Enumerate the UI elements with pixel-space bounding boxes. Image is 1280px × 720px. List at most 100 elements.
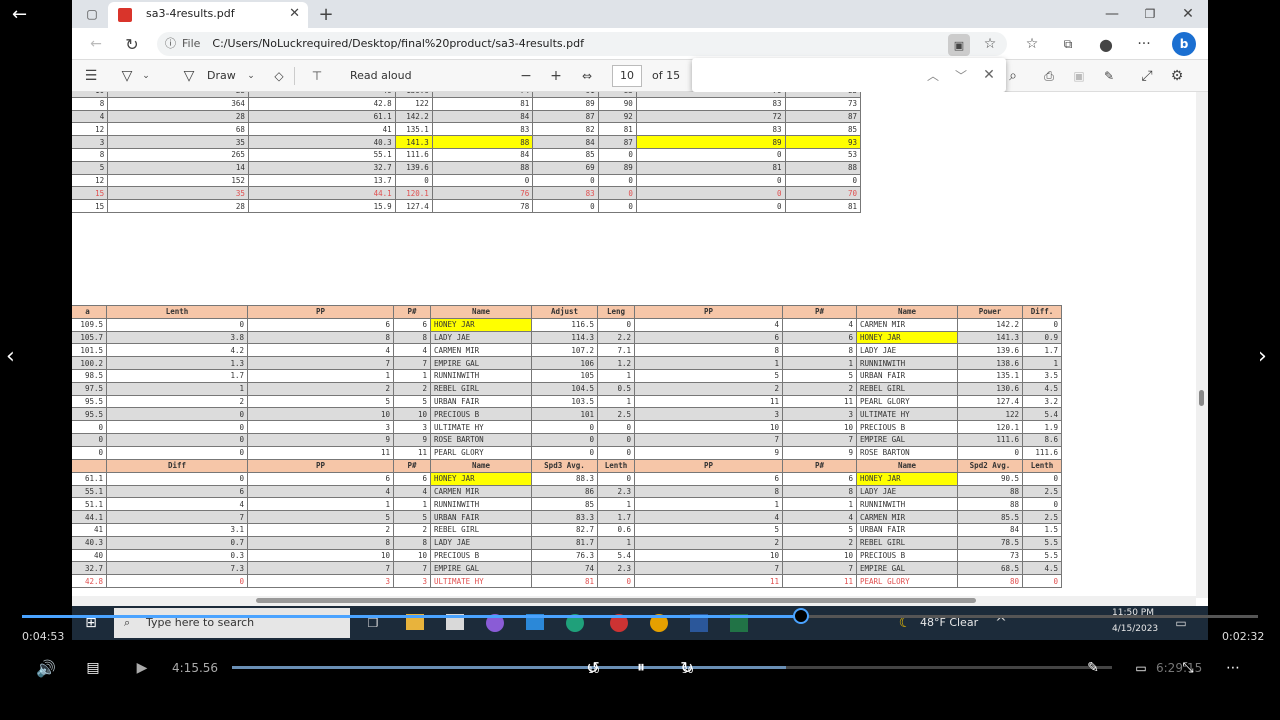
- chevron-down-icon[interactable]: ﹀: [952, 66, 970, 84]
- read-aloud-button[interactable]: Read aloud: [350, 69, 412, 82]
- table-cell: 83: [532, 186, 599, 201]
- table-cell: 120.1: [957, 420, 1023, 434]
- fullscreen-icon[interactable]: ⤢: [1138, 67, 1156, 85]
- pen-icon[interactable]: ✎: [1082, 658, 1104, 678]
- table-row: 97.5 1 2 2 REBEL GIRL 104.5 0.5 2 2 REBEL GIRL 130…: [72, 381, 1062, 396]
- new-tab-icon[interactable]: +: [316, 4, 336, 25]
- table-cell: 0: [635, 147, 786, 162]
- table-cell: 7: [393, 561, 431, 576]
- restore-icon[interactable]: ❐: [1140, 4, 1160, 24]
- horizontal-scrollbar[interactable]: [72, 596, 1196, 606]
- table-cell: EMPIRE GAL: [430, 356, 532, 370]
- inner-seek-bar[interactable]: [232, 666, 1112, 669]
- volume-icon[interactable]: 🔊: [34, 658, 58, 678]
- text-icon[interactable]: ⊤: [308, 67, 326, 85]
- seek-thumb[interactable]: [792, 608, 809, 624]
- settings-gear-icon[interactable]: ⚙: [1168, 67, 1186, 85]
- draw-button[interactable]: Draw: [207, 69, 236, 82]
- contents-icon[interactable]: ☰: [82, 67, 100, 85]
- search-icon[interactable]: ⌕: [1004, 67, 1022, 85]
- table-cell: 41: [247, 122, 396, 137]
- table-cell: 10: [782, 548, 857, 563]
- table-cell: 0: [1022, 574, 1062, 588]
- save-icon[interactable]: ▣: [1070, 67, 1088, 85]
- table-cell: 3: [634, 407, 783, 422]
- table-cell: 78: [431, 199, 534, 213]
- bing-icon[interactable]: b: [1172, 32, 1196, 56]
- header-row: Diff PP P# Name Spd3 Avg. Lenth PP P# Name Spd2 A…: [72, 459, 1062, 473]
- pause-icon[interactable]: ⏸: [630, 656, 652, 678]
- back-arrow-icon[interactable]: ←: [12, 4, 27, 25]
- collections-icon[interactable]: ⧉: [1058, 34, 1078, 54]
- previous-chevron-icon[interactable]: ‹: [6, 344, 15, 369]
- table-row: 4 28 61.1 142.2 84 87 92 72 87: [72, 109, 862, 124]
- table-cell: 101.5: [72, 343, 107, 358]
- zoom-out-button[interactable]: −: [517, 67, 535, 85]
- table-cell: 53: [784, 147, 862, 162]
- table-cell: 4: [393, 343, 431, 358]
- refresh-icon[interactable]: ↻: [122, 34, 142, 54]
- table-cell: 0: [531, 420, 598, 434]
- close-window-icon[interactable]: ✕: [1178, 4, 1198, 24]
- chevron-up-icon[interactable]: ︿: [924, 66, 942, 84]
- more-icon[interactable]: ···: [1134, 34, 1154, 54]
- tab-actions-icon[interactable]: ▢: [84, 6, 100, 22]
- print-icon[interactable]: ⎙: [1040, 67, 1058, 85]
- tab-pdf[interactable]: sa3-4results.pdf ✕: [108, 2, 308, 28]
- table-cell: CARMEN MIR: [430, 484, 532, 499]
- table-cell: 2: [393, 522, 431, 537]
- table-cell: 0: [531, 445, 598, 460]
- table-cell: 5: [782, 522, 857, 537]
- favorites-icon[interactable]: ☆: [1022, 34, 1042, 54]
- vertical-scrollbar[interactable]: [1196, 92, 1208, 598]
- minimize-icon[interactable]: —: [1102, 4, 1122, 24]
- table-cell: 4: [782, 317, 857, 332]
- table-cell: 101: [531, 407, 598, 422]
- video-seek-bar[interactable]: [22, 608, 1258, 624]
- highlight-icon[interactable]: ▽: [118, 67, 136, 85]
- back-icon[interactable]: ←: [86, 34, 106, 54]
- table-cell: 4: [634, 510, 783, 524]
- close-find-icon[interactable]: ✕: [980, 66, 998, 84]
- table-cell: 103.5: [531, 394, 598, 409]
- more-options-icon[interactable]: ⋯: [1222, 658, 1244, 678]
- exit-fullscreen-icon[interactable]: ⤡: [1178, 658, 1198, 678]
- draw-icon[interactable]: ▽: [180, 67, 198, 85]
- taskbar-search-input[interactable]: ⌕ Type here to search: [114, 608, 350, 638]
- favorite-add-icon[interactable]: ☆: [980, 34, 1000, 54]
- next-chevron-icon[interactable]: ›: [1258, 344, 1267, 369]
- table-cell: REBEL GIRL: [430, 522, 532, 537]
- chevron-down-icon[interactable]: ⌄: [245, 69, 257, 83]
- table-cell: 82: [532, 122, 599, 137]
- table-cell: 9: [247, 432, 394, 447]
- scroll-thumb[interactable]: [256, 598, 976, 603]
- save-as-icon[interactable]: ✎: [1100, 67, 1118, 85]
- profile-icon[interactable]: ●: [1096, 34, 1116, 54]
- page-number-input[interactable]: 10: [612, 65, 642, 87]
- table-cell: ROSE BARTON: [430, 432, 532, 447]
- read-mode-icon[interactable]: ▣: [948, 34, 970, 56]
- column-header: [72, 459, 107, 473]
- table-cell: 5: [247, 394, 394, 409]
- scroll-thumb[interactable]: [1199, 390, 1204, 406]
- zoom-in-button[interactable]: +: [547, 67, 565, 85]
- eraser-icon[interactable]: ◇: [270, 67, 288, 85]
- table-cell: 0.3: [106, 548, 248, 563]
- fit-page-icon[interactable]: ⇔: [578, 67, 596, 85]
- address-field[interactable]: ⓘ File C:/Users/NoLuckrequired/Desktop/fi…: [157, 32, 1007, 56]
- table-cell: 2.5: [1022, 484, 1062, 499]
- table-cell: 28: [107, 109, 249, 124]
- table-cell: RUNNINWITH: [430, 368, 532, 383]
- tab-bar: ▢ sa3-4results.pdf ✕ + — ❐ ✕: [72, 0, 1208, 28]
- cast-icon[interactable]: ▭: [1130, 658, 1152, 678]
- find-input[interactable]: [702, 64, 902, 86]
- table-cell: 2.3: [597, 561, 635, 576]
- close-tab-icon[interactable]: ✕: [289, 2, 300, 26]
- captions-icon[interactable]: ▤: [82, 658, 104, 678]
- chevron-down-icon[interactable]: ⌄: [140, 69, 152, 83]
- clock-date[interactable]: 4/15/2023: [1112, 624, 1158, 634]
- table-cell: 139.6: [957, 343, 1023, 358]
- column-header: P#: [782, 305, 857, 319]
- table-cell: 11: [247, 445, 394, 460]
- play-icon[interactable]: ▶: [132, 658, 152, 678]
